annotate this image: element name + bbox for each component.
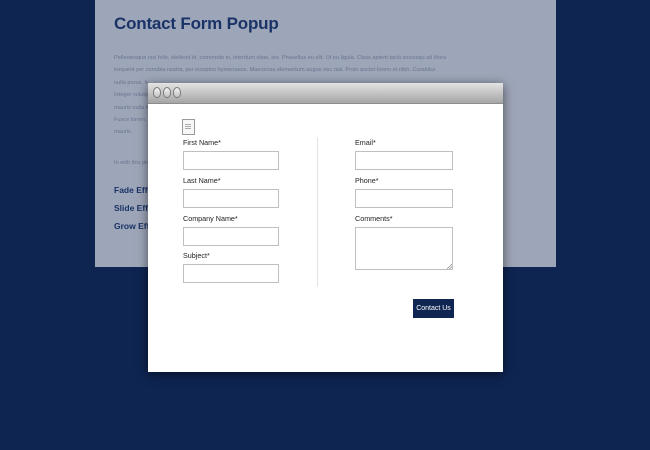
last-name-field[interactable] (183, 189, 279, 208)
popup-titlebar[interactable] (148, 83, 503, 104)
email-label: Email* (355, 138, 376, 147)
resize-grip-icon[interactable] (446, 263, 452, 269)
body-line: torquent per conubia nostra, per incepto… (114, 67, 436, 74)
body-line: Pellentesque nisi felis, eleifend id, co… (114, 55, 447, 61)
phone-label: Phone* (355, 176, 379, 185)
comments-label: Comments* (355, 214, 393, 223)
company-name-label: Company Name* (183, 214, 238, 223)
minimize-window-icon[interactable] (163, 87, 171, 98)
comments-field[interactable] (355, 227, 453, 270)
maximize-window-icon[interactable] (173, 87, 181, 98)
phone-field[interactable] (355, 189, 453, 208)
contact-popup: First Name* Last Name* Company Name* Sub… (148, 83, 503, 372)
subject-label: Subject* (183, 251, 210, 260)
contact-us-button[interactable]: Contact Us (413, 299, 454, 318)
subject-field[interactable] (183, 264, 279, 283)
email-field[interactable] (355, 151, 453, 170)
page-note: In with this ple (114, 160, 150, 166)
close-window-icon[interactable] (153, 87, 161, 98)
first-name-label: First Name* (183, 138, 221, 147)
page-title: Contact Form Popup (114, 14, 279, 33)
company-name-field[interactable] (183, 227, 279, 246)
column-divider (317, 137, 318, 287)
last-name-label: Last Name* (183, 176, 221, 185)
form-icon (182, 119, 195, 135)
first-name-field[interactable] (183, 151, 279, 170)
